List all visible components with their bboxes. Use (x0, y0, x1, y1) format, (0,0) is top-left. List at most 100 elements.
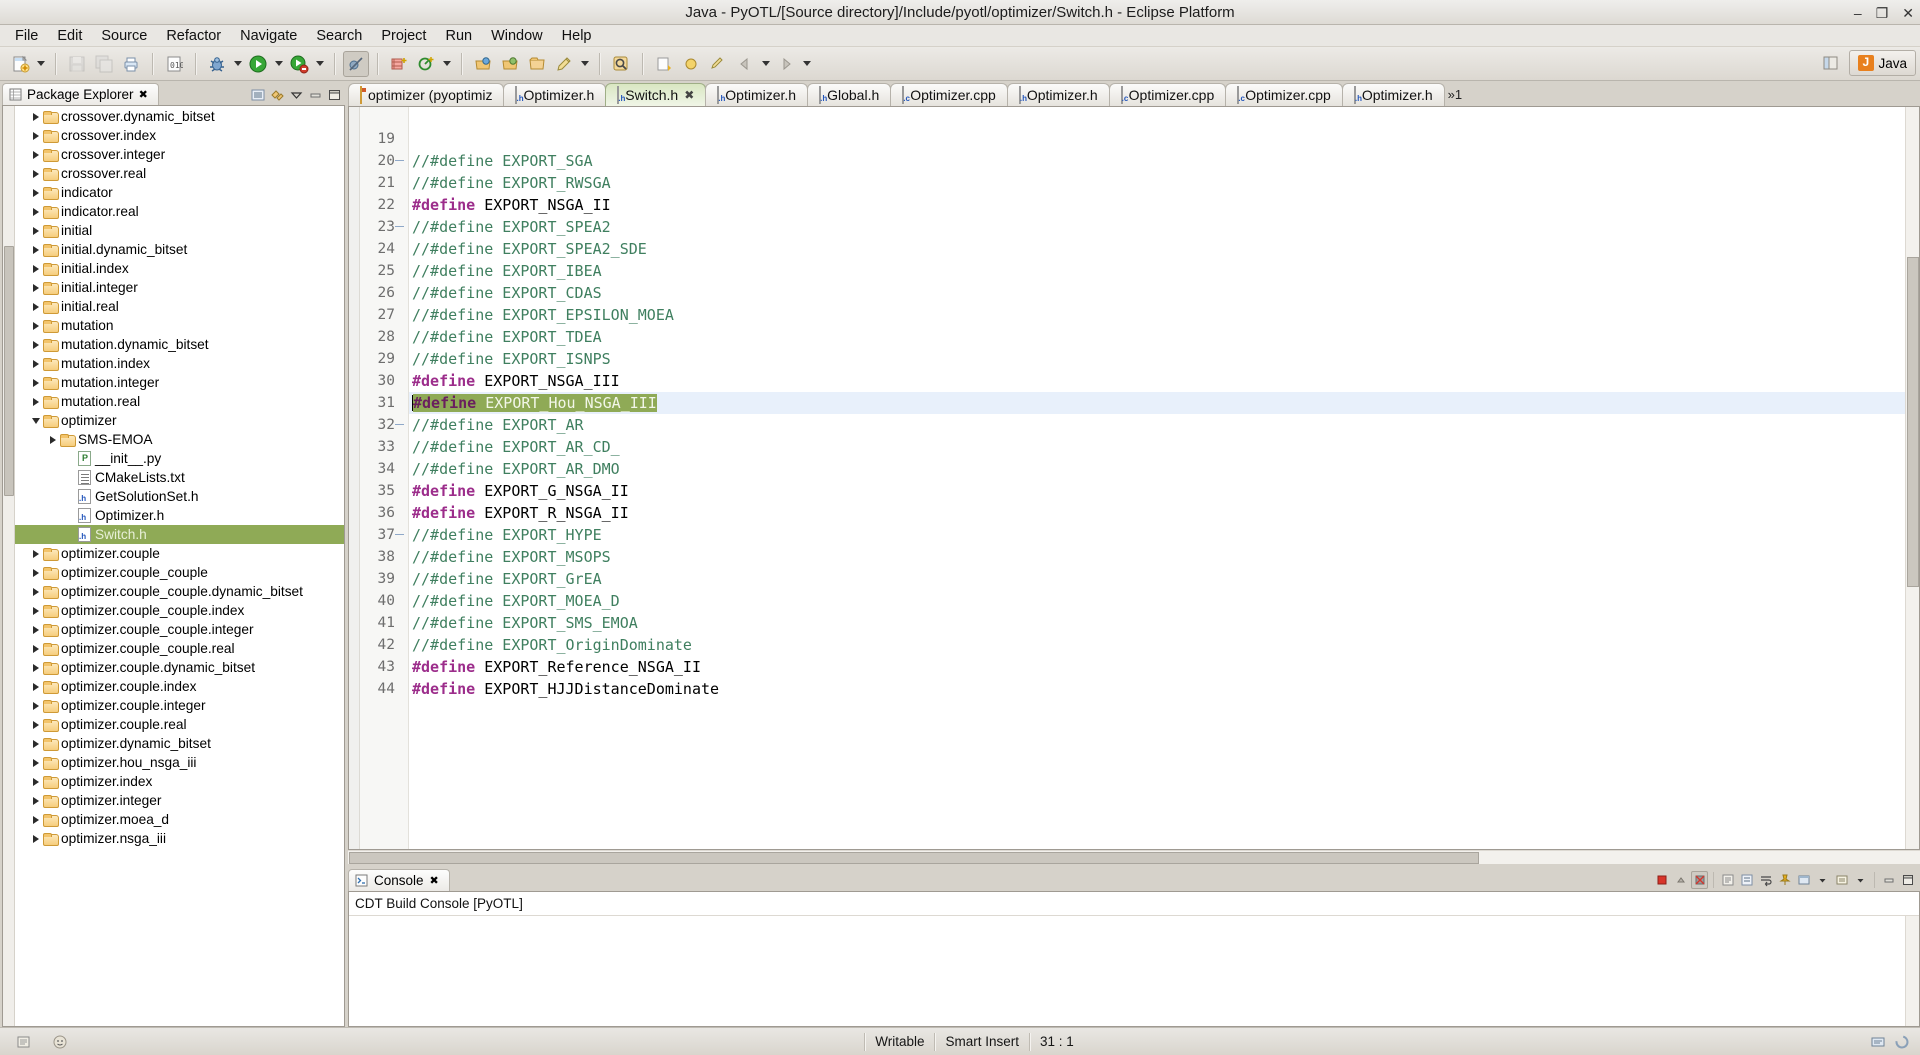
expand-arrow-icon[interactable] (29, 132, 42, 140)
editor-tab-switch-h[interactable]: .h Switch.h ✖ (605, 83, 707, 106)
editor-annotation-ruler[interactable] (349, 107, 360, 849)
print-icon[interactable] (118, 51, 144, 77)
last-edit-icon[interactable] (705, 51, 731, 77)
remove-all-terminated-icon[interactable] (1691, 871, 1708, 889)
tree-item[interactable]: initial.index (15, 259, 344, 278)
tree-vertical-scrollbar[interactable] (3, 106, 15, 1026)
tree-item[interactable]: initial.real (15, 297, 344, 316)
open-console-dropdown-arrow[interactable] (1852, 871, 1869, 889)
save-icon[interactable] (64, 51, 90, 77)
expand-arrow-icon[interactable] (29, 759, 42, 767)
code-line[interactable]: //#define EXPORT_HYPE (409, 524, 1905, 546)
back-icon[interactable] (732, 51, 758, 77)
code-line[interactable] (409, 128, 1905, 150)
external-tools-icon[interactable] (286, 51, 312, 77)
back-dropdown-arrow[interactable] (759, 51, 772, 77)
open-console-icon[interactable] (1833, 871, 1850, 889)
code-line-current[interactable]: #define EXPORT_Hou_NSGA_III (409, 392, 1905, 414)
code-line[interactable]: //#define EXPORT_ISNPS (409, 348, 1905, 370)
menu-refactor[interactable]: Refactor (157, 26, 230, 46)
expand-arrow-icon[interactable] (29, 341, 42, 349)
tree-scrollbar-thumb[interactable] (4, 246, 14, 496)
status-build-icon[interactable] (1870, 1034, 1886, 1050)
expand-arrow-icon[interactable] (29, 778, 42, 786)
run-dropdown-arrow[interactable] (272, 51, 285, 77)
open-perspective-icon[interactable] (1818, 50, 1844, 76)
skip-breakpoints-icon[interactable] (343, 50, 369, 77)
tree-item[interactable]: mutation (15, 316, 344, 335)
tree-item[interactable]: optimizer.nsga_iii (15, 829, 344, 848)
close-button[interactable]: ✕ (1902, 6, 1914, 20)
display-console-dropdown-arrow[interactable] (1814, 871, 1831, 889)
new-wizard-icon[interactable] (7, 51, 33, 77)
annotation-icon[interactable] (551, 51, 577, 77)
tab-console[interactable]: Console ✖ (348, 869, 450, 891)
maximize-icon[interactable] (1899, 871, 1916, 889)
expand-arrow-icon[interactable] (29, 379, 42, 387)
tree-item[interactable]: mutation.dynamic_bitset (15, 335, 344, 354)
tree-item[interactable]: optimizer.moea_d (15, 810, 344, 829)
editor-horizontal-scrollbar[interactable] (348, 850, 1920, 864)
open-task-icon[interactable] (497, 51, 523, 77)
open-resource-icon[interactable] (524, 51, 550, 77)
code-line[interactable]: //#define EXPORT_AR_DMO (409, 458, 1905, 480)
remove-launch-icon[interactable] (1672, 871, 1689, 889)
editor-hscroll-thumb[interactable] (349, 852, 1479, 864)
menu-run[interactable]: Run (436, 26, 481, 46)
tree-item[interactable]: mutation.real (15, 392, 344, 411)
code-line[interactable]: //#define EXPORT_AR (409, 414, 1905, 436)
expand-arrow-icon[interactable] (29, 683, 42, 691)
code-line[interactable]: //#define EXPORT_CDAS (409, 282, 1905, 304)
expand-arrow-icon[interactable] (29, 360, 42, 368)
editor-vertical-scrollbar[interactable] (1905, 107, 1919, 849)
code-line[interactable]: //#define EXPORT_OriginDominate (409, 634, 1905, 656)
tree-item[interactable]: __init__.py (15, 449, 344, 468)
debug-dropdown-arrow[interactable] (231, 51, 244, 77)
menu-window[interactable]: Window (482, 26, 552, 46)
expand-arrow-icon[interactable] (29, 189, 42, 197)
close-icon[interactable]: ✖ (430, 874, 439, 887)
expand-arrow-icon[interactable] (29, 816, 42, 824)
collapse-all-icon[interactable] (250, 87, 266, 103)
expand-arrow-icon[interactable] (29, 113, 42, 121)
tree-item[interactable]: optimizer.couple_couple.integer (15, 620, 344, 639)
new-dropdown-arrow[interactable] (34, 51, 47, 77)
tree-item[interactable]: optimizer.couple_couple.real (15, 639, 344, 658)
tree-item[interactable]: SMS-EMOA (15, 430, 344, 449)
code-line[interactable]: //#define EXPORT_SMS_EMOA (409, 612, 1905, 634)
expand-arrow-icon[interactable] (29, 151, 42, 159)
editor-tab-optimizer-h[interactable]: .h Optimizer.h (503, 83, 607, 106)
code-line[interactable]: #define EXPORT_R_NSGA_II (409, 502, 1905, 524)
fold-marker-icon[interactable] (395, 222, 404, 231)
expand-arrow-icon[interactable] (29, 170, 42, 178)
code-line[interactable]: //#define EXPORT_SPEA2 (409, 216, 1905, 238)
code-line[interactable]: #define EXPORT_Reference_NSGA_II (409, 656, 1905, 678)
minimize-icon[interactable] (1880, 871, 1897, 889)
code-line[interactable]: //#define EXPORT_RWSGA (409, 172, 1905, 194)
tree-item[interactable]: optimizer.couple_couple.index (15, 601, 344, 620)
editor-tab-optimizer-h[interactable]: .h Optimizer.h (1006, 83, 1110, 106)
code-line[interactable]: #define EXPORT_NSGA_III (409, 370, 1905, 392)
new-package-icon[interactable] (413, 51, 439, 77)
fold-marker-icon[interactable] (395, 420, 404, 429)
expand-arrow-icon[interactable] (29, 626, 42, 634)
pin-console-icon[interactable] (1776, 871, 1793, 889)
prev-annotation-icon[interactable] (678, 51, 704, 77)
console-output[interactable] (349, 916, 1905, 1026)
expand-arrow-icon[interactable] (29, 835, 42, 843)
annotation-dropdown-arrow[interactable] (578, 51, 591, 77)
menu-project[interactable]: Project (372, 26, 435, 46)
tree-item[interactable]: optimizer.couple_couple.dynamic_bitset (15, 582, 344, 601)
expand-arrow-icon[interactable] (29, 208, 42, 216)
tree-item[interactable]: crossover.dynamic_bitset (15, 107, 344, 126)
next-annotation-icon[interactable] (651, 51, 677, 77)
new-class-icon[interactable] (386, 51, 412, 77)
expand-arrow-icon[interactable] (29, 588, 42, 596)
menu-help[interactable]: Help (553, 26, 601, 46)
perspective-java-button[interactable]: Java (1849, 50, 1916, 76)
save-all-icon[interactable] (91, 51, 117, 77)
tree-item[interactable]: crossover.integer (15, 145, 344, 164)
menu-edit[interactable]: Edit (48, 26, 91, 46)
fold-marker-icon[interactable] (395, 156, 404, 165)
menu-search[interactable]: Search (307, 26, 371, 46)
